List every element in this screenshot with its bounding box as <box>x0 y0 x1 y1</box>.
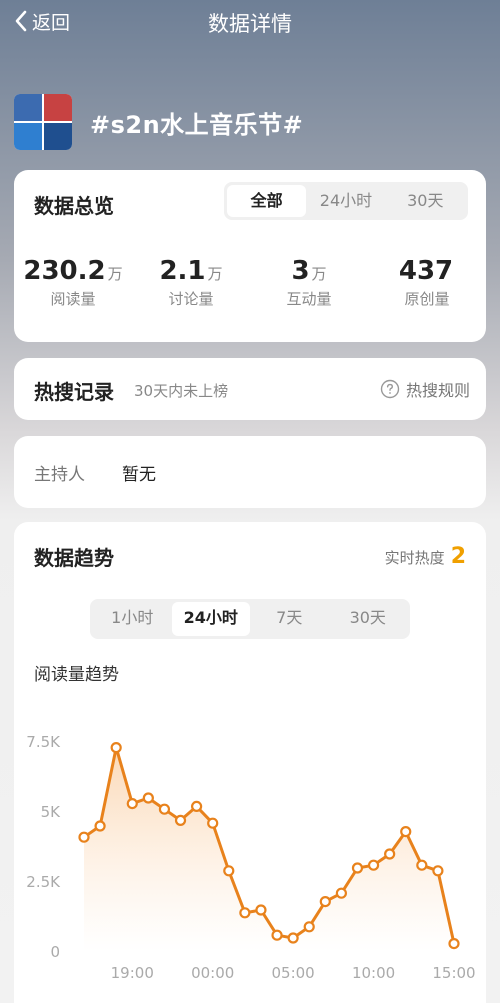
tab-30d[interactable]: 30天 <box>386 185 465 217</box>
chart-data-point <box>271 929 283 941</box>
chart-data-point <box>400 826 412 838</box>
x-tick-label: 00:00 <box>191 964 234 982</box>
realtime-heat: 实时热度 2 <box>385 544 466 569</box>
x-tick-label: 05:00 <box>272 964 315 982</box>
host-card: 主持人 暂无 <box>14 436 486 508</box>
tab-1h[interactable]: 1小时 <box>93 602 172 636</box>
chart-data-point <box>142 792 154 804</box>
hot-search-title: 热搜记录 <box>34 380 114 404</box>
stat-value: 3 <box>291 256 310 286</box>
chart-data-point <box>255 904 267 916</box>
chart-data-point <box>158 803 171 815</box>
rules-label: 热搜规则 <box>405 381 470 400</box>
chart-data-point <box>207 817 219 829</box>
chart-data-point <box>78 831 90 843</box>
x-tick-label: 15:00 <box>432 964 475 982</box>
chart-data-point <box>191 800 203 813</box>
topic-thumbnail <box>14 94 72 150</box>
overview-stats: 230.2 万 阅读量 2.1 万 讨论量 3万 互动量 437 原创量 <box>14 256 486 309</box>
chart-data-point <box>432 865 444 877</box>
chart-data-point <box>94 820 106 832</box>
chart-data-point <box>126 797 138 810</box>
y-tick-label: 0 <box>50 943 60 961</box>
chart-data-point <box>351 862 364 874</box>
x-tick-label: 10:00 <box>352 964 395 982</box>
read-trend-chart: 0 2.5K 5K 7.5K 19:00 00:00 05:00 10:00 15:00 <box>26 733 475 982</box>
x-tick-label: 19:00 <box>111 964 154 982</box>
chart-data-point <box>174 814 187 827</box>
tab-7d[interactable]: 7天 <box>250 602 329 636</box>
hot-search-rules-link[interactable]: 热搜规则 <box>380 377 470 401</box>
chart-data-point <box>239 907 251 919</box>
chart-data-point <box>223 865 235 877</box>
stat-value: 437 <box>398 256 454 286</box>
host-label: 主持人 <box>34 465 85 485</box>
chart-data-point <box>448 938 460 950</box>
overview-card: 数据总览 全部 24小时 30天 230.2 万 阅读量 2.1 万 讨论量 3万 … <box>14 170 486 342</box>
chart-data-point <box>335 887 347 899</box>
chart-subtitle: 阅读量趋势 <box>34 665 119 685</box>
y-tick-label: 7.5K <box>26 733 61 751</box>
page-title: 数据详情 <box>208 12 292 36</box>
chart-data-point <box>384 848 396 860</box>
chart-data-point <box>110 741 122 754</box>
hot-search-card: 热搜记录 30天内未上榜 热搜规则 <box>14 358 486 420</box>
chart-data-point <box>367 859 380 871</box>
topic-header: #s2n水上音乐节# <box>14 94 303 150</box>
chart-data-point <box>319 896 331 908</box>
stat-originals: 437 原创量 <box>368 256 486 309</box>
heat-value: 2 <box>450 544 466 569</box>
stat-label: 原创量 <box>404 290 450 308</box>
y-tick-label: 2.5K <box>26 873 61 891</box>
hot-search-status: 30天内未上榜 <box>134 382 229 400</box>
topic-title: #s2n水上音乐节# <box>90 110 304 139</box>
stat-unit: 万 <box>207 265 223 283</box>
overview-title: 数据总览 <box>34 194 114 218</box>
chart-data-point <box>303 921 315 933</box>
stat-label: 讨论量 <box>168 290 214 308</box>
stat-reads: 230.2 万 阅读量 <box>14 256 132 309</box>
trend-title: 数据趋势 <box>34 546 114 570</box>
stat-discussions: 2.1 万 讨论量 <box>132 256 250 309</box>
stat-unit: 万 <box>107 265 123 283</box>
nav-bar: 返回 数据详情 <box>0 0 500 44</box>
stat-unit: 万 <box>311 265 327 283</box>
stat-value: 230.2 <box>23 256 106 286</box>
stat-value: 2.1 <box>159 256 206 286</box>
overview-tabs: 全部 24小时 30天 <box>224 182 468 220</box>
question-circle-icon <box>380 379 400 399</box>
stat-label: 阅读量 <box>50 290 96 308</box>
y-tick-label: 5K <box>41 803 62 821</box>
chart-data-point <box>287 932 299 944</box>
tab-30d[interactable]: 30天 <box>329 602 408 636</box>
tab-24h[interactable]: 24小时 <box>171 602 250 636</box>
heat-label: 实时热度 <box>384 549 445 567</box>
chart-data-point <box>416 859 428 871</box>
tab-all[interactable]: 全部 <box>227 185 307 217</box>
trend-range-tabs: 1小时 24小时 7天 30天 <box>90 599 410 639</box>
trend-card: 数据趋势 实时热度 2 1小时 24小时 7天 30天 阅读量趋势 0 2.5K 5… <box>14 522 486 1003</box>
host-value: 暂无 <box>122 465 156 485</box>
stat-label: 互动量 <box>286 290 332 308</box>
tab-24h[interactable]: 24小时 <box>306 185 385 217</box>
stat-interactions: 3万 互动量 <box>250 256 368 309</box>
